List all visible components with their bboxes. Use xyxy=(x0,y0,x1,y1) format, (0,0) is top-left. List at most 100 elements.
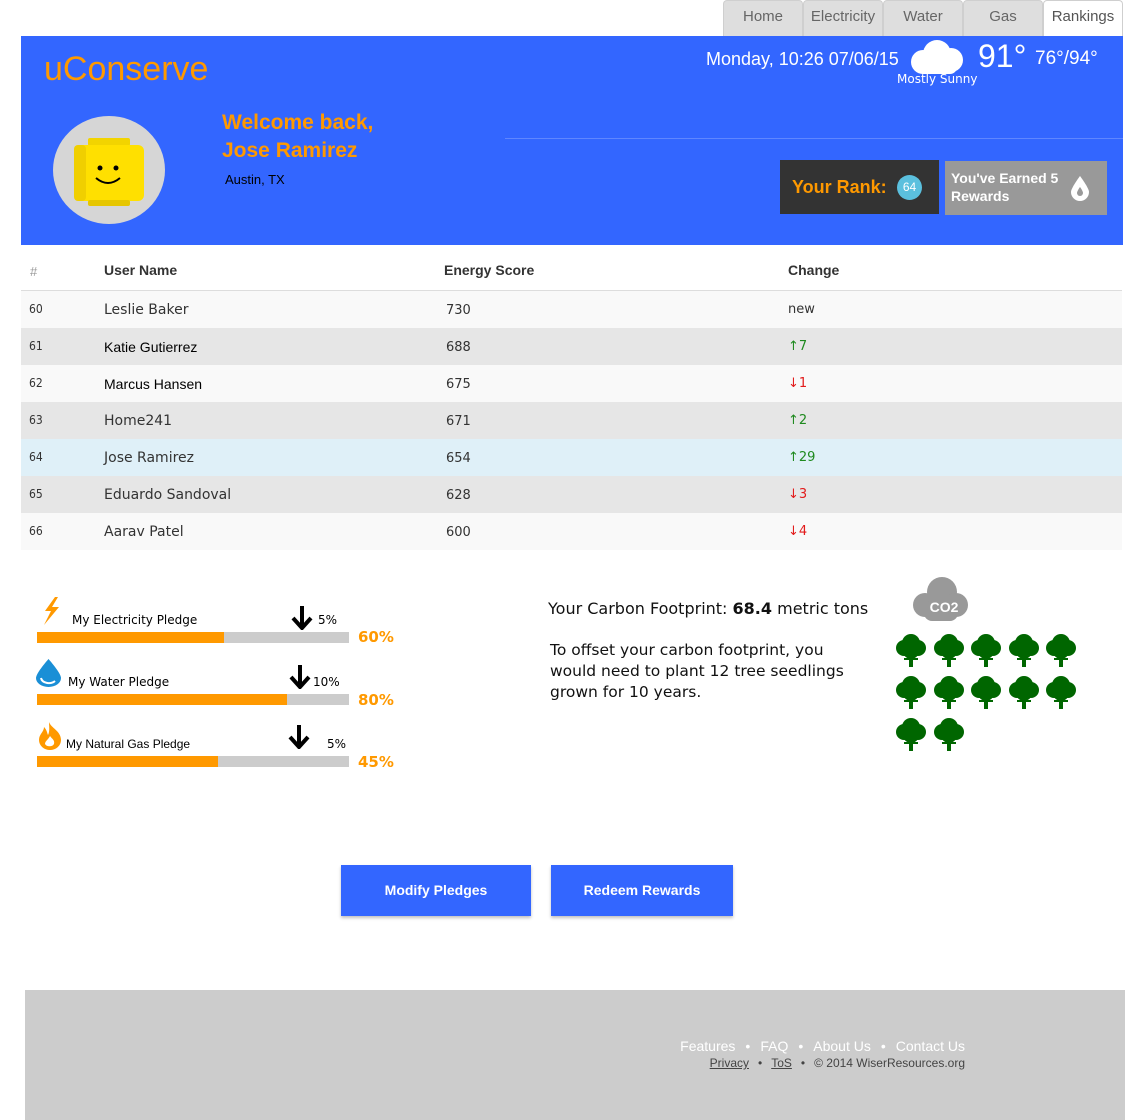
row-rank: 66 xyxy=(29,524,43,538)
footer-separator: • xyxy=(798,1038,804,1054)
footer-link-tos[interactable]: ToS xyxy=(771,1056,792,1070)
tab-electricity[interactable]: Electricity xyxy=(803,0,883,36)
footer-legal: Privacy • ToS • © 2014 WiserResources.org xyxy=(710,1056,965,1070)
tree-icon xyxy=(896,718,926,751)
redeem-rewards-button[interactable]: Redeem Rewards xyxy=(551,865,733,916)
rank-badge: 64 xyxy=(897,175,922,200)
user-location: Austin, TX xyxy=(225,172,285,187)
footer: Features • FAQ • About Us • Contact Us Privacy… xyxy=(25,990,1125,1120)
row-user-name: Jose Ramirez xyxy=(104,450,194,466)
table-row[interactable]: 63 Home241 671 ↑2 xyxy=(21,402,1122,439)
weather-condition: Mostly Sunny xyxy=(897,72,978,86)
tree-icon xyxy=(1046,634,1076,667)
table-row[interactable]: 66 Aarav Patel 600 ↓4 xyxy=(21,513,1122,550)
row-user-name: Home241 xyxy=(104,413,173,429)
footer-separator: • xyxy=(758,1056,763,1070)
tree-icon xyxy=(896,676,926,709)
footer-link-contact-us[interactable]: Contact Us xyxy=(896,1038,965,1054)
pledge-progress-fill xyxy=(37,632,225,643)
tab-gas[interactable]: Gas xyxy=(963,0,1043,36)
footer-separator: • xyxy=(880,1038,886,1054)
row-energy-score: 688 xyxy=(446,340,471,355)
footer-links: Features • FAQ • About Us • Contact Us xyxy=(680,1038,965,1054)
rewards-count: You've Earned 5 Rewards xyxy=(951,170,1059,204)
app-logo[interactable]: uConserve xyxy=(44,50,208,89)
row-change: ↑2 xyxy=(788,413,808,428)
row-energy-score: 671 xyxy=(446,414,471,429)
carbon-footprint-title: Your Carbon Footprint: 68.4 metric tons xyxy=(548,599,868,618)
pledge-percent: 60% xyxy=(358,628,394,646)
row-change: ↓3 xyxy=(788,487,808,502)
pledge-progress-bar xyxy=(37,632,349,643)
flame-icon xyxy=(39,722,61,750)
tree-icon xyxy=(971,676,1001,709)
pledge-electricity: My Electricity Pledge 5% 60% xyxy=(35,597,405,657)
pledge-target: 5% xyxy=(327,737,347,751)
row-rank: 63 xyxy=(29,413,43,427)
current-temperature: 91° xyxy=(978,38,1027,74)
row-energy-score: 730 xyxy=(446,303,471,318)
water-drop-icon xyxy=(36,659,61,687)
rewards-panel[interactable]: You've Earned 5 Rewards xyxy=(945,161,1107,215)
tab-water[interactable]: Water xyxy=(883,0,963,36)
arrow-down-icon xyxy=(288,725,310,749)
tree-icon xyxy=(1008,634,1039,667)
rankings-table: # User Name Energy Score Change 60 Lesli… xyxy=(21,252,1122,550)
row-user-name: Leslie Baker xyxy=(104,302,189,318)
row-change: ↑7 xyxy=(788,339,808,354)
tab-rankings[interactable]: Rankings xyxy=(1043,0,1123,36)
welcome-line: Welcome back, xyxy=(222,111,374,134)
rank-panel: Your Rank: 64 xyxy=(780,160,939,214)
table-row[interactable]: 61 Katie Gutierrez 688 ↑7 xyxy=(21,328,1122,365)
row-user-name: Marcus Hansen xyxy=(104,376,203,392)
pledge-label: My Water Pledge xyxy=(68,675,170,689)
row-energy-score: 675 xyxy=(446,377,471,392)
footer-separator: • xyxy=(745,1038,751,1054)
table-row[interactable]: 62 Marcus Hansen 675 ↓1 xyxy=(21,365,1122,402)
footer-separator: • xyxy=(800,1056,806,1070)
temperature-range: 76°/94° xyxy=(1035,48,1098,69)
row-rank: 62 xyxy=(29,376,43,390)
row-energy-score: 654 xyxy=(446,451,471,466)
footer-link-faq[interactable]: FAQ xyxy=(760,1038,788,1054)
welcome-message: Welcome back, Jose Ramirez xyxy=(222,109,373,165)
column-header-change: Change xyxy=(788,262,840,278)
co2-label: CO2 xyxy=(930,599,959,615)
footer-link-privacy[interactable]: Privacy xyxy=(710,1056,749,1070)
table-body: 60 Leslie Baker 730 new 61 Katie Gutierr… xyxy=(21,291,1122,550)
arrow-down-icon xyxy=(289,665,311,689)
row-change: new xyxy=(788,302,815,317)
lego-head-icon xyxy=(74,138,144,206)
table-header: # User Name Energy Score Change xyxy=(21,252,1122,291)
row-energy-score: 628 xyxy=(446,488,471,503)
modify-pledges-button[interactable]: Modify Pledges xyxy=(341,865,531,916)
main-nav-tabs: Home Electricity Water Gas Rankings xyxy=(723,0,1123,36)
row-rank: 64 xyxy=(29,450,43,464)
row-rank: 61 xyxy=(29,339,43,353)
profile-header: uConserve Welcome back, Jose Ramirez Aus… xyxy=(21,36,1123,245)
pledge-natural-gas: My Natural Gas Pledge 5% 45% xyxy=(35,721,405,781)
table-row[interactable]: 60 Leslie Baker 730 new xyxy=(21,291,1122,328)
row-user-name: Aarav Patel xyxy=(104,524,184,540)
tree-icon xyxy=(971,634,1001,667)
current-datetime: Monday, 10:26 07/06/15 xyxy=(706,49,899,69)
row-user-name: Eduardo Sandoval xyxy=(104,487,232,503)
pledge-target: 10% xyxy=(313,675,340,689)
tree-icon xyxy=(896,634,926,667)
header-divider xyxy=(505,138,1123,139)
row-rank: 60 xyxy=(29,302,43,316)
footer-link-features[interactable]: Features xyxy=(680,1038,735,1054)
tab-home[interactable]: Home xyxy=(723,0,803,36)
pledge-progress-bar xyxy=(37,756,349,767)
rank-label: Your Rank: xyxy=(792,177,887,197)
tree-icon xyxy=(1008,676,1039,709)
table-row[interactable]: 65 Eduardo Sandoval 628 ↓3 xyxy=(21,476,1122,513)
carbon-offset-text: To offset your carbon footprint, you wou… xyxy=(550,641,844,701)
table-row-current-user[interactable]: 64 Jose Ramirez 654 ↑29 xyxy=(21,439,1122,476)
carbon-footprint-unit: metric tons xyxy=(777,599,869,618)
footer-link-about-us[interactable]: About Us xyxy=(813,1038,871,1054)
pledge-progress-fill xyxy=(37,756,218,767)
pledge-label: My Electricity Pledge xyxy=(72,613,198,627)
user-name: Jose Ramirez xyxy=(222,139,358,162)
pledge-water: My Water Pledge 10% 80% xyxy=(35,659,405,719)
